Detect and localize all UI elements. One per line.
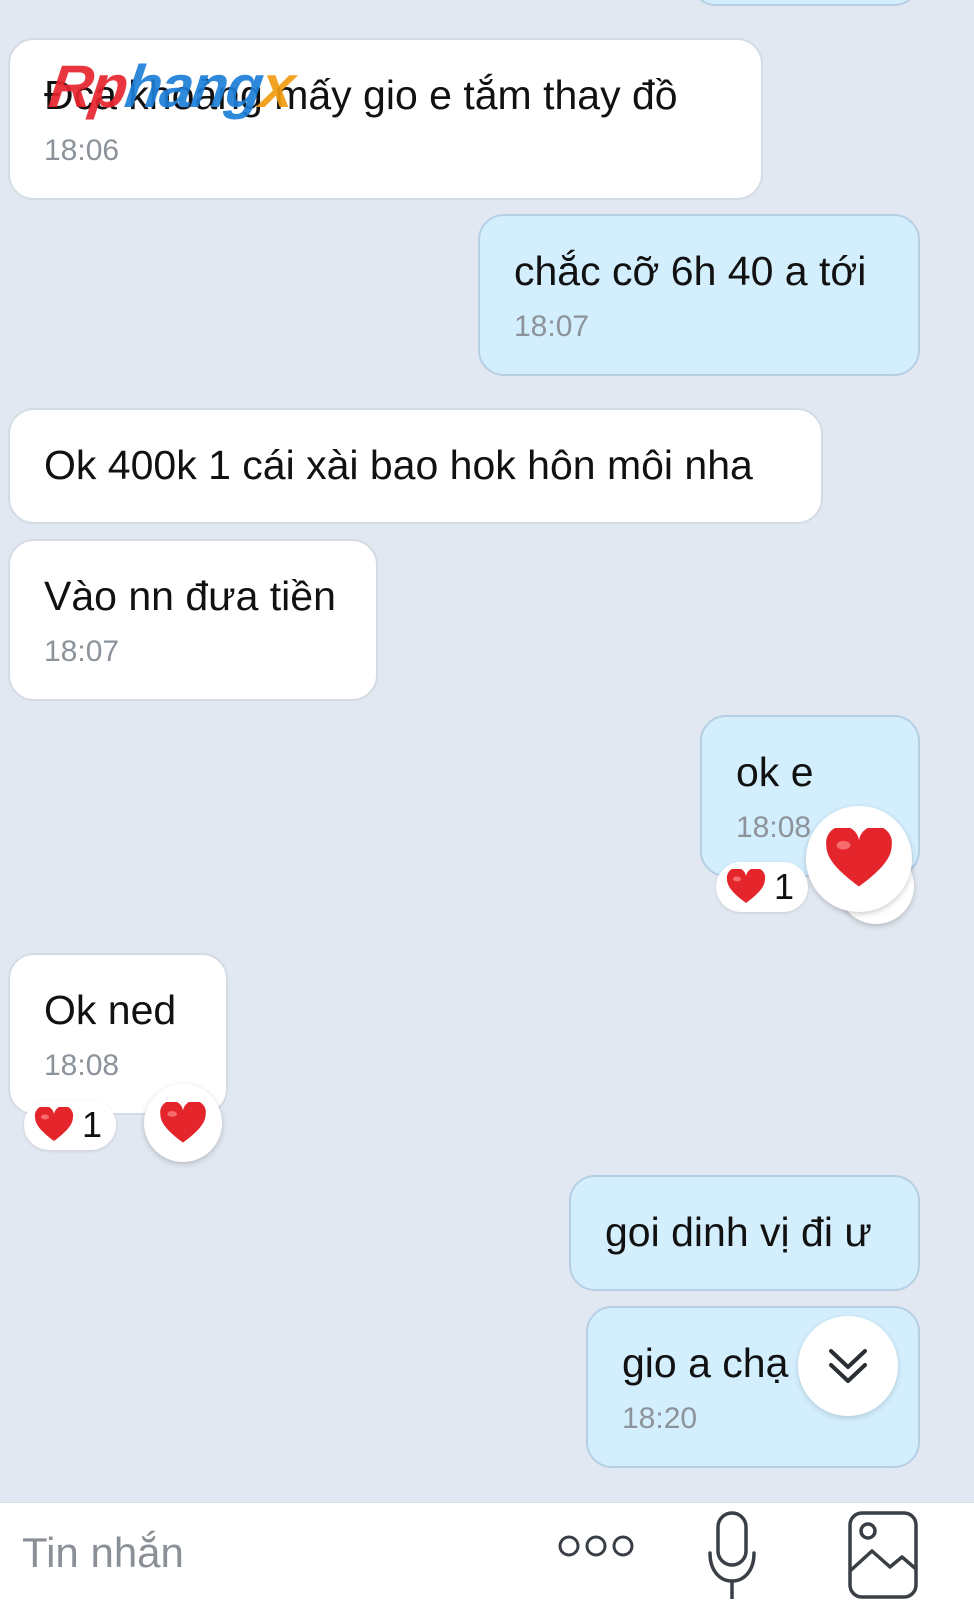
message-time: 18:08: [44, 1049, 120, 1082]
react-heart-button[interactable]: [144, 1084, 222, 1162]
message-time: 18:06: [44, 134, 120, 167]
message-text: Ok 400k 1 cái xài bao hok hôn môi nha: [44, 442, 753, 488]
image-gallery-icon[interactable]: [846, 1509, 920, 1601]
heart-icon: [160, 1101, 206, 1143]
partial-message-bubble: [690, 0, 920, 6]
reaction-count: 1: [774, 866, 795, 907]
scroll-to-bottom-button[interactable]: [798, 1316, 898, 1416]
heart-icon: [726, 869, 766, 903]
more-options-icon[interactable]: [556, 1531, 636, 1561]
heart-icon: [826, 828, 892, 887]
message-time: 18:07: [44, 635, 120, 668]
message-time: 18:07: [514, 310, 590, 343]
heart-icon: [34, 1107, 74, 1141]
reaction-count: 1: [82, 1104, 103, 1145]
react-heart-button[interactable]: [806, 806, 912, 912]
message-text: goi dinh vị đi ư: [605, 1209, 872, 1255]
message-input[interactable]: Tin nhắn: [22, 1529, 184, 1577]
message-text: Ok ned: [44, 987, 177, 1033]
scroll-down-icon: [829, 1349, 867, 1383]
message-bubble-outgoing[interactable]: goi dinh vị đi ư: [569, 1175, 920, 1291]
microphone-icon[interactable]: [706, 1509, 758, 1601]
message-bubble-outgoing[interactable]: chắc cỡ 6h 40 a tới 18:07: [478, 214, 920, 376]
message-bubble-incoming[interactable]: Vào nn đưa tiền 18:07: [8, 539, 378, 701]
message-bubble-incoming[interactable]: Ok 400k 1 cái xài bao hok hôn môi nha: [8, 408, 823, 524]
message-text: Vào nn đưa tiền: [44, 573, 336, 619]
message-text: Đca khoảng mấy gio e tắm thay đồ: [44, 72, 678, 118]
message-text: ok e: [736, 749, 814, 795]
reaction-summary[interactable]: 1: [716, 862, 809, 912]
compose-bar: Tin nhắn: [0, 1502, 974, 1601]
message-text: chắc cỡ 6h 40 a tới: [514, 248, 867, 294]
reaction-summary[interactable]: 1: [24, 1100, 117, 1150]
message-bubble-incoming[interactable]: Đca khoảng mấy gio e tắm thay đồ 18:06: [8, 38, 763, 200]
